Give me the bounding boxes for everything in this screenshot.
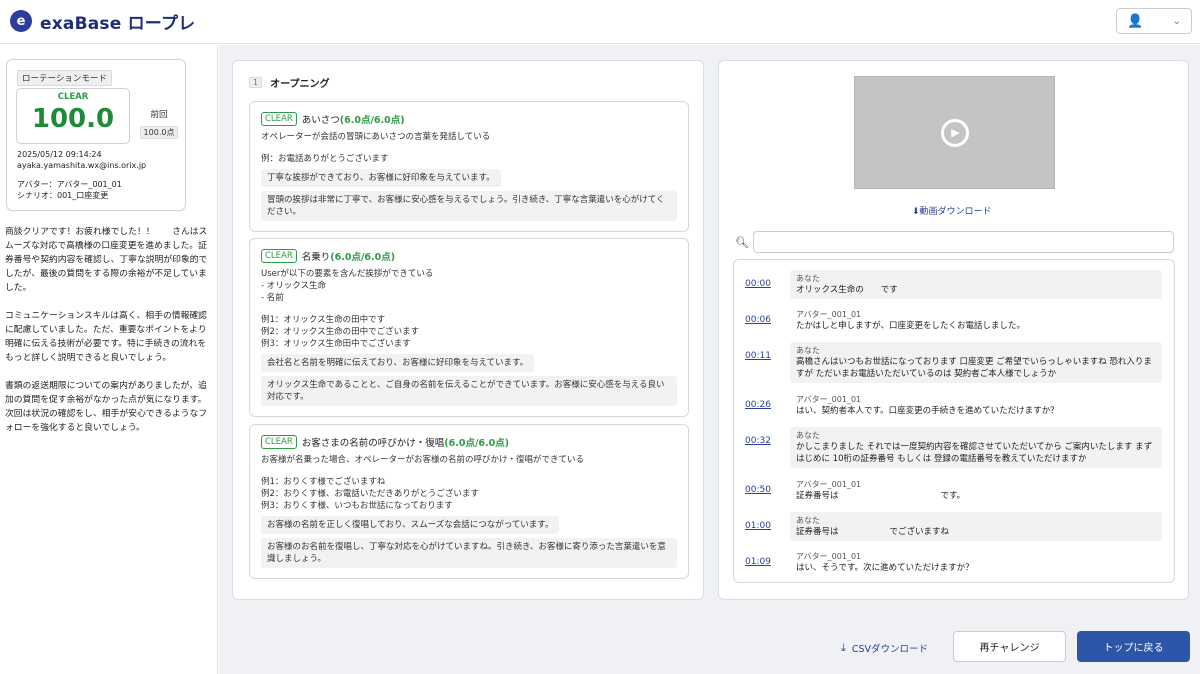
timestamp-link[interactable]: 00:06 [745,315,771,325]
section-title: オープニング [270,79,330,90]
timestamp-link[interactable]: 00:26 [745,400,771,410]
transcript-search-input[interactable] [753,231,1174,253]
speaker-name: アバター_001_01 [796,480,862,489]
message-bubble: アバター_001_01 たかはしと申しますが、口座変更をしたくお電話しました。 [790,306,1162,335]
scenario-info: シナリオ：001_口座変更 [17,191,109,200]
criterion-examples: 例1：オリックス生命の田中です 例2：オリックス生命の田中でございます 例3：オ… [261,315,420,349]
timestamp-link[interactable]: 00:50 [745,485,771,495]
criterion-examples: 例1：おりくす様でございますね 例2：おりくす様、お電話いただきありがとうござい… [261,477,479,511]
timestamp-link[interactable]: 00:00 [745,279,771,289]
summary-paragraph: 商談クリアです！お疲れ様でした！！ さんはスムーズな対応で高橋様の口座変更を進め… [5,227,208,293]
message-text: 証券番号は です。 [796,491,966,501]
speaker-name: あなた [796,431,820,440]
message-text: 高橋さんはいつもお世話になっております 口座変更 ご希望でいらっしゃいますね 恐… [796,357,1152,379]
chevron-down-icon: ⌄ [1172,15,1181,27]
user-menu-button[interactable]: 👤 ⌄ [1116,8,1192,34]
video-download-link[interactable]: ⬇動画ダウンロード [912,204,992,217]
message-bubble: あなた オリックス生命の です [790,270,1162,299]
avatar-info: アバター：アバター_001_01 [17,180,122,189]
play-icon[interactable]: ▶ [940,118,969,147]
clear-badge: CLEAR [261,249,297,263]
message-text: 証券番号は でございますね [796,527,950,537]
speaker-name: アバター_001_01 [796,395,862,404]
speaker-name: アバター_001_01 [796,310,862,319]
mode-tag: ローテーションモード [17,70,112,86]
transcript-list[interactable]: 00:00 あなた オリックス生命の です 00:06 アバター_001_01 … [733,259,1175,583]
app-header: e exaBase ロープレ 👤 ⌄ [0,0,1200,44]
criterion-points: (6.0点/6.0点) [339,115,405,126]
previous-score: 前回 100.0点 [137,108,181,139]
message-text: はい、そうです。次に進めていただけますか？ [796,563,974,573]
message-bubble: あなた かしこまりました それでは一度契約内容を確認させていただいてから ご案内… [790,427,1162,468]
timestamp-link[interactable]: 01:09 [745,557,771,567]
timestamp-link[interactable]: 00:32 [745,436,771,446]
score-box: CLEAR 100.0 [16,88,130,144]
app-title[interactable]: exaBase ロープレ [40,9,195,34]
speaker-name: あなた [796,346,820,355]
feedback-note: お客様の名前を正しく復唱しており、スムーズな会話につながっています。 [261,516,560,534]
message-bubble: あなた 高橋さんはいつもお世話になっております 口座変更 ご希望でいらっしゃいま… [790,342,1162,383]
criterion-description: オペレーターが会話の冒頭にあいさつの言葉を発話している [261,132,491,142]
criterion-points: (6.0点/6.0点) [330,252,396,263]
speaker-name: あなた [796,516,820,525]
previous-score-value: 100.0点 [139,126,179,139]
criterion-title: あいさつ [301,115,340,126]
retry-button[interactable]: 再チャレンジ [953,631,1066,662]
clear-badge: CLEAR [261,112,297,126]
summary-paragraph: 書類の返送期限についての案内がありましたが、追加の質問を促す余裕がなかった点が気… [5,381,208,433]
score-card: ローテーションモード CLEAR 100.0 前回 100.0点 2025/05… [6,59,186,211]
feedback-note: お客様のお名前を復唱し、丁寧な対応を心がけていますね。引き続き、お客様に寄り添っ… [261,538,677,568]
csv-download-button[interactable]: ⤓ CSVダウンロード [841,641,928,655]
csv-download-label: CSVダウンロード [851,644,929,655]
video-player[interactable]: ▶ [854,76,1055,189]
message-bubble: あなた 証券番号は でございますね [790,512,1162,541]
search-icon: 🔍︎ [735,236,749,249]
criterion-description: Userが以下の要素を含んだ挨拶ができている - オリックス生命 - 名前 [261,269,434,303]
criterion-card: CLEAR あいさつ (6.0点/6.0点) オペレーターが会話の冒頭にあいさつ… [249,101,689,232]
feedback-note: 丁寧な挨拶ができており、お客様に好印象を与えています。 [261,169,501,187]
clear-badge: CLEAR [261,435,297,449]
message-text: かしこまりました それでは一度契約内容を確認させていただいてから ご案内いたしま… [796,442,1153,464]
message-text: たかはしと申しますが、口座変更をしたくお電話しました。 [796,321,1025,331]
brand-logo-icon[interactable]: e [10,10,32,32]
criterion-card: CLEAR 名乗り (6.0点/6.0点) Userが以下の要素を含んだ挨拶がで… [249,238,689,417]
message-bubble: アバター_001_01 証券番号は です。 [790,476,1162,505]
total-score: 100.0 [31,104,115,134]
message-text: オリックス生命の です [796,285,898,295]
timestamp-link[interactable]: 00:11 [745,351,771,361]
user-email: ayaka.yamashita.wx@ins.orix.jp [17,161,147,170]
evaluation-panel[interactable]: 1 オープニング CLEAR あいさつ (6.0点/6.0点) オペレーターが会… [232,60,704,600]
criterion-card: CLEAR お客さまの名前の呼びかけ・復唱 (6.0点/6.0点) お客様が名乗… [249,424,689,579]
feedback-note: 会社名と名前を明確に伝えており、お客様に好印象を与えています。 [261,354,535,372]
timestamp-link[interactable]: 01:00 [745,521,771,531]
criterion-title: 名乗り [301,252,331,263]
summary-paragraph: コミュニケーションスキルは高く、相手の情報確認に配慮していました。ただ、重要なポ… [5,311,207,363]
feedback-note: オリックス生命であることと、ご自身の名前を伝えることができています。お客様に安心… [261,376,677,406]
back-to-top-button[interactable]: トップに戻る [1077,631,1190,662]
criterion-title: お客さまの名前の呼びかけ・復唱 [301,438,445,449]
main-content: 1 オープニング CLEAR あいさつ (6.0点/6.0点) オペレーターが会… [219,45,1200,674]
previous-score-label: 前回 [150,110,168,120]
feedback-summary: 商談クリアです！お疲れ様でした！！ さんはスムーズな対応で高橋様の口座変更を進め… [5,225,212,449]
message-bubble: アバター_001_01 はい、契約者本人です。口座変更の手続きを進めていただけま… [790,391,1162,420]
speaker-name: あなた [796,274,820,283]
criterion-description: お客様が名乗った場合、オペレーターがお客様の名前の呼びかけ・復唱ができている [261,455,585,465]
speaker-name: アバター_001_01 [796,552,862,561]
section-header: 1 オープニング [249,75,330,90]
message-text: はい、契約者本人です。口座変更の手続きを進めていただけますか？ [796,406,1059,416]
criterion-examples: 例：お電話ありがとうございます [261,154,389,164]
result-sidebar: ローテーションモード CLEAR 100.0 前回 100.0点 2025/05… [0,45,218,674]
feedback-note: 冒頭の挨拶は非常に丁寧で、お客様に安心感を与えるでしょう。引き続き、丁寧な言葉遣… [261,191,677,221]
message-bubble: アバター_001_01 はい、そうです。次に進めていただけますか？ [790,548,1162,577]
clear-status: CLEAR [57,92,89,102]
media-panel: ▶ ⬇動画ダウンロード 🔍︎ 00:00 あなた オリックス生命の です 00:… [718,60,1189,600]
user-icon: 👤 [1127,13,1144,29]
section-number: 1 [249,77,263,88]
session-date: 2025/05/12 09:14:24 [17,150,102,159]
criterion-points: (6.0点/6.0点) [444,438,510,449]
download-icon: ⤓ [841,641,846,654]
